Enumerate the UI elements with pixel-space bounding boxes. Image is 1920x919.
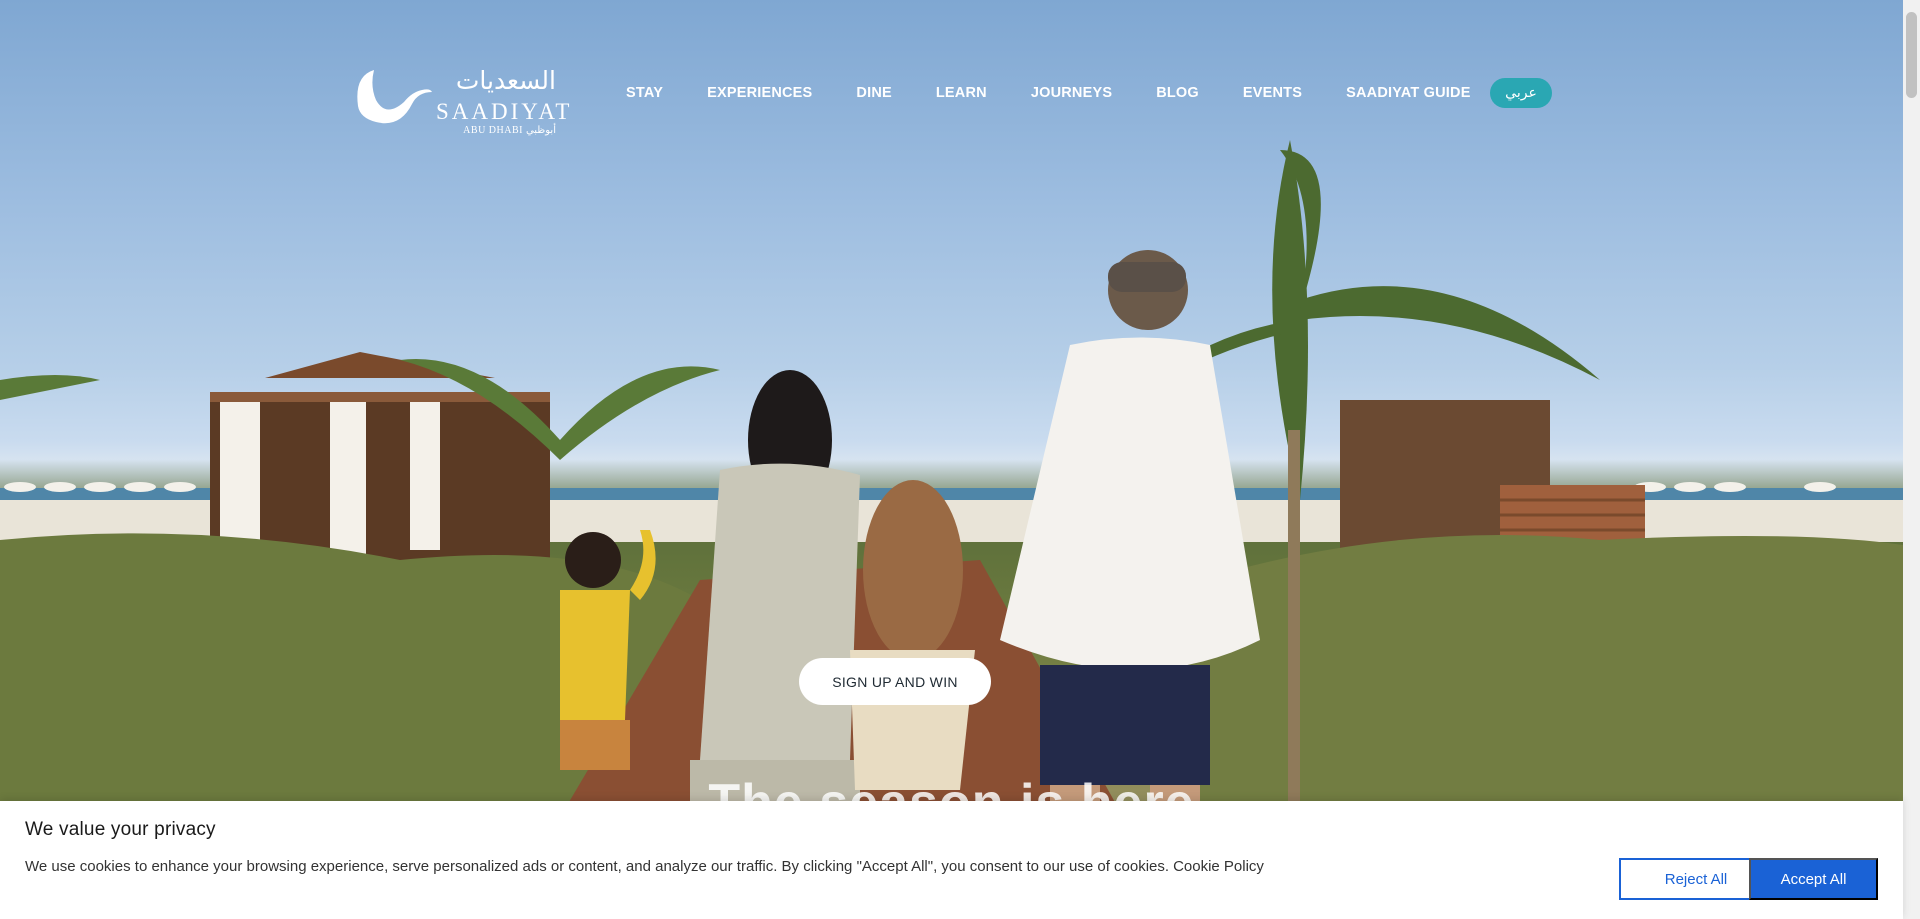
nav-item-learn[interactable]: LEARN (936, 85, 987, 101)
cookie-text-row: We use cookies to enhance your browsing … (25, 858, 1264, 875)
logo-english-name: SAADIYAT (436, 99, 573, 124)
logo-swoosh-icon (357, 70, 432, 124)
language-toggle-button[interactable]: عربي (1490, 78, 1552, 108)
cookie-title: We value your privacy (25, 819, 216, 840)
cabana-left (210, 352, 550, 562)
logo-subtitle: ABU DHABI أبوظبي (463, 125, 556, 136)
nav-item-stay[interactable]: STAY (626, 85, 663, 101)
main-nav: STAY EXPERIENCES DINE LEARN JOURNEYS BLO… (626, 83, 1515, 103)
cookie-banner: We value your privacy We use cookies to … (0, 801, 1903, 919)
page-scrollbar[interactable] (1903, 0, 1920, 919)
scrollbar-thumb[interactable] (1906, 12, 1917, 98)
nav-item-journeys[interactable]: JOURNEYS (1031, 85, 1112, 101)
nav-item-dine[interactable]: DINE (856, 85, 891, 101)
saadiyat-logo[interactable]: السعديات SAADIYAT ABU DHABI أبوظبي (352, 66, 573, 140)
cookie-policy-link[interactable]: Cookie Policy (1173, 858, 1264, 875)
nav-item-experiences[interactable]: EXPERIENCES (707, 85, 812, 101)
nav-item-saadiyat-guide[interactable]: SAADIYAT GUIDE (1346, 85, 1470, 101)
logo-arabic-name: السعديات (455, 66, 556, 95)
nav-item-blog[interactable]: BLOG (1156, 85, 1199, 101)
cookie-description: We use cookies to enhance your browsing … (25, 858, 1170, 875)
nav-item-events[interactable]: EVENTS (1243, 85, 1302, 101)
sign-up-and-win-button[interactable]: SIGN UP AND WIN (799, 658, 991, 705)
accept-all-button[interactable]: Accept All (1749, 858, 1878, 900)
